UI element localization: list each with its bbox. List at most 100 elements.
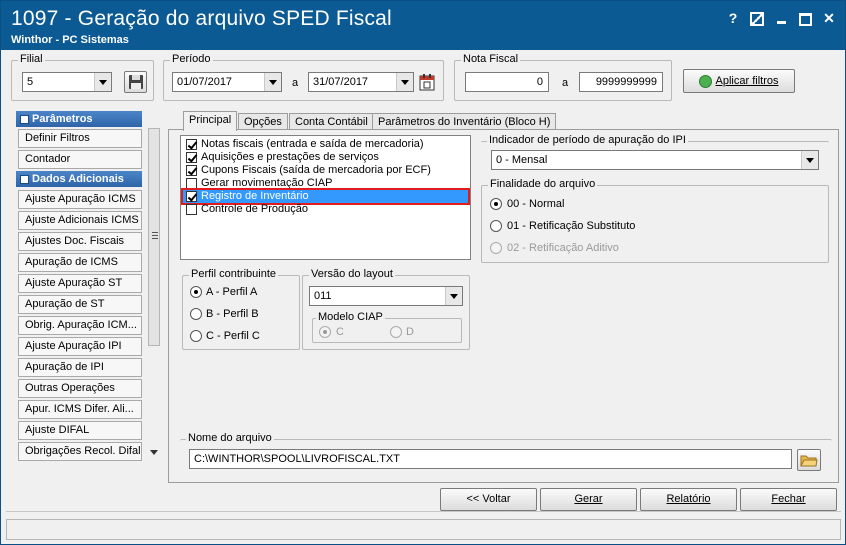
chevron-down-icon[interactable]: [94, 73, 111, 91]
list-item[interactable]: Gerar movimentação CIAP: [183, 177, 468, 190]
sidebar-item[interactable]: Apur. ICMS Difer. Ali...: [18, 400, 142, 419]
checkbox[interactable]: [186, 191, 197, 202]
divider: [6, 511, 841, 512]
sidebar-item[interactable]: Obrigações Recol. Difal: [18, 442, 142, 461]
perfil-c-label: C - Perfil C: [206, 330, 260, 342]
finalidade-retificacao-substituto-radio[interactable]: [490, 220, 502, 232]
report-button-label: Relatório: [666, 493, 711, 505]
filial-label: Filial: [18, 53, 45, 65]
back-button[interactable]: << Voltar: [440, 488, 537, 511]
chevron-down-icon[interactable]: [801, 151, 818, 169]
report-button[interactable]: Relatório: [640, 488, 737, 511]
ipi-select[interactable]: 0 - Mensal: [491, 150, 819, 170]
ciap-c-label: C: [336, 326, 344, 338]
generate-button[interactable]: Gerar: [540, 488, 637, 511]
browse-folder-button[interactable]: [797, 449, 821, 471]
ipi-label: Indicador de período de apuração do IPI: [487, 134, 688, 146]
date-from-value: 01/07/2017: [177, 76, 233, 88]
perfil-c-radio[interactable]: [190, 330, 202, 342]
checkbox[interactable]: [186, 165, 197, 176]
scroll-down-icon[interactable]: [150, 450, 158, 455]
floppy-disk-icon: [128, 75, 143, 89]
date-to-value: 31/07/2017: [313, 76, 369, 88]
finalidade-normal-label: 00 - Normal: [507, 198, 565, 210]
sidebar-item[interactable]: Apuração de ST: [18, 295, 142, 314]
layout-label: Versão do layout: [309, 268, 395, 280]
sidebar-item[interactable]: Apuração de ICMS: [18, 253, 142, 272]
chevron-down-icon[interactable]: [445, 287, 462, 305]
ipi-value: 0 - Mensal: [496, 154, 548, 166]
options-checklist[interactable]: Notas fiscais (entrada e saída de mercad…: [180, 135, 471, 260]
nota-to-input[interactable]: 9999999999: [579, 72, 663, 92]
sidebar-item[interactable]: Ajuste DIFAL: [18, 421, 142, 440]
filename-input[interactable]: C:\WINTHOR\SPOOL\LIVROFISCAL.TXT: [189, 449, 792, 469]
minimize-icon[interactable]: [771, 9, 791, 27]
tab-principal[interactable]: Principal: [183, 111, 238, 131]
window-title: 1097 - Geração do arquivo SPED Fiscal: [11, 7, 392, 30]
tab-conta-contabil[interactable]: Conta Contábil: [289, 113, 374, 130]
main-window: 1097 - Geração do arquivo SPED Fiscal Wi…: [0, 0, 846, 545]
perfil-b-label: B - Perfil B: [206, 308, 259, 320]
sidebar-header-dados-adicionais[interactable]: Dados Adicionais: [16, 171, 142, 187]
layout-version-select[interactable]: 011: [309, 286, 463, 306]
apply-filters-button[interactable]: Aplicar filtros: [683, 69, 795, 93]
save-button[interactable]: [124, 71, 147, 93]
list-item[interactable]: Notas fiscais (entrada e saída de mercad…: [183, 138, 468, 151]
layout-version-value: 011: [314, 290, 332, 302]
edit-icon[interactable]: [747, 9, 767, 27]
sidebar-item[interactable]: Outras Operações: [18, 379, 142, 398]
finalidade-retificacao-aditivo-radio[interactable]: [490, 242, 502, 254]
perfil-b-radio[interactable]: [190, 308, 202, 320]
list-item[interactable]: Controle de Produção: [183, 203, 468, 216]
window-subtitle: Winthor - PC Sistemas: [11, 34, 129, 46]
tab-opcoes[interactable]: Opções: [238, 113, 288, 130]
filename-value: C:\WINTHOR\SPOOL\LIVROFISCAL.TXT: [194, 453, 400, 465]
close-dialog-button[interactable]: Fechar: [740, 488, 837, 511]
list-item-selected[interactable]: Registro de Inventário: [181, 188, 470, 205]
finalidade-retificacao-substituto-label: 01 - Retificação Substituto: [507, 220, 636, 232]
sidebar-header-parametros[interactable]: Parâmetros: [16, 111, 142, 127]
sidebar-item[interactable]: Ajuste Apuração ICMS: [18, 190, 142, 209]
sidebar-scrollbar[interactable]: [147, 128, 161, 461]
ciap-c-radio[interactable]: [319, 326, 331, 338]
sidebar-item-contador[interactable]: Contador: [18, 150, 142, 169]
close-button[interactable]: ✕: [819, 9, 839, 27]
filial-select[interactable]: 5: [22, 72, 112, 92]
apply-filters-label: Aplicar filtros: [715, 75, 779, 87]
sidebar-item[interactable]: Ajuste Adicionais ICMS: [18, 211, 142, 230]
nota-range-a-label: a: [562, 77, 569, 89]
scrollbar-thumb[interactable]: [148, 128, 160, 346]
ciap-d-radio[interactable]: [390, 326, 402, 338]
filial-value: 5: [27, 76, 34, 88]
help-button[interactable]: ?: [723, 9, 743, 27]
sidebar-item[interactable]: Obrig. Apuração ICM...: [18, 316, 142, 335]
date-to-input[interactable]: 31/07/2017: [308, 72, 414, 92]
tab-parametros-inventario[interactable]: Parâmetros do Inventário (Bloco H): [372, 113, 557, 130]
list-item[interactable]: Cupons Fiscais (saída de mercadoria por …: [183, 164, 468, 177]
calendar-icon[interactable]: [418, 73, 436, 91]
sidebar-item-definir-filtros[interactable]: Definir Filtros: [18, 129, 142, 148]
periodo-label: Período: [170, 53, 213, 65]
sidebar-item[interactable]: Ajuste Apuração ST: [18, 274, 142, 293]
sidebar-item[interactable]: Ajustes Doc. Fiscais: [18, 232, 142, 251]
nota-fiscal-label: Nota Fiscal: [461, 53, 521, 65]
title-bar: 1097 - Geração do arquivo SPED Fiscal Wi…: [1, 1, 845, 50]
grip-icon: [152, 232, 158, 239]
list-item[interactable]: Aquisições e prestações de serviços: [183, 151, 468, 164]
checkbox[interactable]: [186, 152, 197, 163]
checkbox[interactable]: [186, 139, 197, 150]
chevron-down-icon[interactable]: [396, 73, 413, 91]
date-from-input[interactable]: 01/07/2017: [172, 72, 282, 92]
generate-button-label: Gerar: [574, 493, 603, 505]
sidebar-item[interactable]: Ajuste Apuração IPI: [18, 337, 142, 356]
perfil-a-radio[interactable]: [190, 286, 202, 298]
chevron-down-icon[interactable]: [264, 73, 281, 91]
maximize-icon[interactable]: [795, 9, 815, 27]
nota-from-value: 0: [536, 76, 543, 88]
sidebar-item[interactable]: Apuração de IPI: [18, 358, 142, 377]
checkbox[interactable]: [186, 204, 197, 215]
finalidade-normal-radio[interactable]: [490, 198, 502, 210]
nota-from-input[interactable]: 0: [465, 72, 549, 92]
ciap-d-label: D: [406, 326, 414, 338]
checkbox[interactable]: [186, 178, 197, 189]
